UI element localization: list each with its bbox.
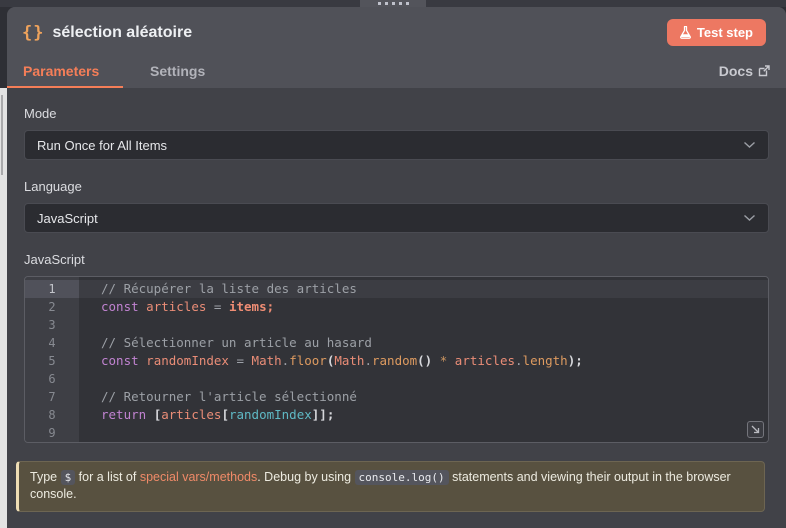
line-number: 9	[48, 426, 56, 440]
mode-select[interactable]: Run Once for All Items	[24, 130, 769, 160]
external-link-icon	[758, 65, 770, 77]
code-editor-gutter: 1 2 3 4 5 6 7 8 9	[25, 277, 79, 442]
docs-link[interactable]: Docs	[719, 63, 770, 88]
code-line[interactable]: // Sélectionner un article au hasard	[79, 334, 768, 352]
code-editor-lines[interactable]: // Récupérer la liste des articles const …	[79, 277, 768, 442]
panel-header: {} sélection aléatoire Test step Paramet…	[7, 7, 786, 88]
language-select[interactable]: JavaScript	[24, 203, 769, 233]
line-number: 8	[48, 408, 56, 422]
language-select-value: JavaScript	[37, 210, 98, 226]
inline-code: console.log()	[354, 470, 449, 485]
code-line[interactable]	[79, 316, 768, 334]
line-number: 3	[48, 318, 56, 332]
line-number: 6	[48, 372, 56, 386]
code-line[interactable]: return [articles[randomIndex]];	[79, 406, 768, 424]
mode-select-value: Run Once for All Items	[37, 137, 168, 153]
node-title[interactable]: sélection aléatoire	[52, 24, 192, 42]
code-editor-label: JavaScript	[24, 252, 85, 267]
code-line[interactable]: const articles = items;	[79, 298, 768, 316]
mode-label: Mode	[24, 106, 57, 121]
tab-settings[interactable]: Settings	[150, 63, 205, 88]
notice-text: Type $ for a list of special vars/method…	[30, 470, 731, 501]
notice-plain-text: . Debug by using	[257, 470, 355, 484]
scrollbar-thumb[interactable]	[1, 95, 3, 175]
code-line[interactable]: // Récupérer la liste des articles	[79, 280, 768, 298]
chevron-down-icon	[744, 141, 755, 148]
hint-notice: Type $ for a list of special vars/method…	[16, 461, 765, 512]
tab-parameters[interactable]: Parameters	[7, 63, 123, 88]
background-panel-edge	[0, 88, 7, 528]
code-node-icon: {}	[22, 22, 45, 43]
code-line[interactable]	[79, 424, 768, 442]
code-editor[interactable]: 1 2 3 4 5 6 7 8 9 // Récupérer la liste des arti…	[24, 276, 769, 443]
code-line[interactable]: const randomIndex = Math.floor(Math.rand…	[79, 352, 768, 370]
editor-resize-handle[interactable]	[747, 421, 764, 438]
line-number: 2	[48, 300, 56, 314]
chevron-down-icon	[744, 214, 755, 221]
line-number: 7	[48, 390, 56, 404]
notice-plain-text: Type	[30, 470, 61, 484]
line-number: 4	[48, 336, 56, 350]
line-number: 5	[48, 354, 56, 368]
test-step-button[interactable]: Test step	[666, 19, 766, 46]
special-vars-link[interactable]: special vars/methods	[140, 470, 257, 484]
line-number: 1	[25, 280, 79, 298]
resize-arrow-icon	[751, 425, 760, 434]
code-line[interactable]: // Retourner l'article sélectionné	[79, 388, 768, 406]
language-label: Language	[24, 179, 82, 194]
node-settings-panel: {} sélection aléatoire Test step Paramet…	[7, 7, 786, 528]
flask-icon	[679, 26, 691, 39]
parameters-pane: Mode Run Once for All Items Language Jav…	[7, 88, 786, 512]
inline-code: $	[60, 470, 76, 485]
code-line[interactable]	[79, 370, 768, 388]
notice-plain-text: for a list of	[75, 470, 140, 484]
